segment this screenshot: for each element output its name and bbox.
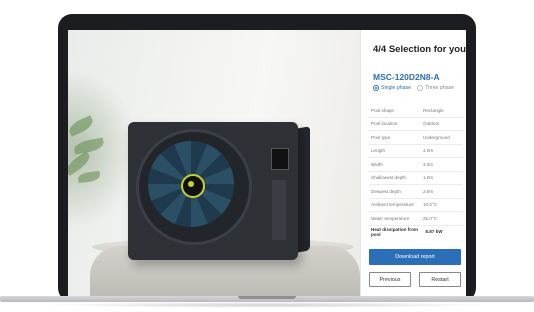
laptop-base [0, 296, 534, 312]
spec-row: Ambient temperature 10.0°C [369, 199, 463, 212]
panel-title: 4/4 Selection for you [373, 44, 466, 55]
spec-value: Rectangle [423, 107, 444, 113]
spec-label: Deepest depth [371, 188, 401, 194]
spec-label: Shallowest depth [371, 175, 406, 181]
restart-button[interactable]: Restart [419, 272, 461, 287]
spec-row: Length 4.0m [369, 145, 463, 158]
spec-label: Pool type [371, 134, 391, 140]
phase-label: Single phase [381, 85, 411, 91]
radio-unselected-icon[interactable] [417, 85, 423, 91]
previous-button[interactable]: Previous [369, 272, 411, 287]
spec-label: Pool location [371, 121, 398, 127]
spec-label: Water temperature [371, 215, 410, 221]
selection-panel: 4/4 Selection for you MSC-120D2N8-A Sing… [361, 30, 466, 296]
product-photo [68, 30, 361, 296]
spec-value: 1.0m [423, 175, 434, 181]
spec-row: Pool location Outdoor [369, 118, 463, 131]
control-display [271, 148, 289, 170]
spec-row: Pool shape Rectangle [369, 104, 463, 118]
spec-label: Width [371, 161, 383, 167]
spec-row: Deepest depth 2.0m [369, 185, 463, 199]
spec-label: Pool shape [371, 107, 394, 113]
laptop-screen: 4/4 Selection for you MSC-120D2N8-A Sing… [68, 30, 466, 296]
spec-row: Shallowest depth 1.0m [369, 172, 463, 185]
spec-value: 10.0°C [423, 202, 438, 208]
spec-label: Length [371, 148, 386, 154]
spec-value: 4.0m [423, 148, 434, 154]
spec-value: 3.0m [423, 161, 434, 167]
spec-row-total: Heat dissipation from pool 8.87 kW [369, 226, 463, 239]
spec-value: Outdoor [423, 121, 440, 127]
model-name: MSC-120D2N8-A [373, 72, 440, 82]
spec-row: Width 3.0m [369, 158, 463, 172]
spec-value: 2.0m [423, 188, 434, 194]
radio-selected-icon[interactable] [373, 85, 379, 91]
spec-label: Heat dissipation from pool [371, 226, 418, 237]
spec-value: 25.0°C [423, 215, 438, 221]
download-report-button[interactable]: Download report [369, 249, 461, 265]
spec-row: Water temperature 25.0°C [369, 212, 463, 226]
spec-value: Underground [423, 134, 450, 140]
spec-table: Pool shape Rectangle Pool location Outdoor… [369, 104, 463, 238]
spec-value: 8.87 kW [425, 229, 443, 235]
spec-row: Pool type Underground [369, 131, 463, 145]
phase-option-single[interactable]: Single phase [373, 85, 411, 91]
phase-option-three[interactable]: Three phase [417, 85, 454, 91]
phase-label: Three phase [425, 85, 455, 91]
spec-label: Ambient temperature [371, 202, 414, 208]
